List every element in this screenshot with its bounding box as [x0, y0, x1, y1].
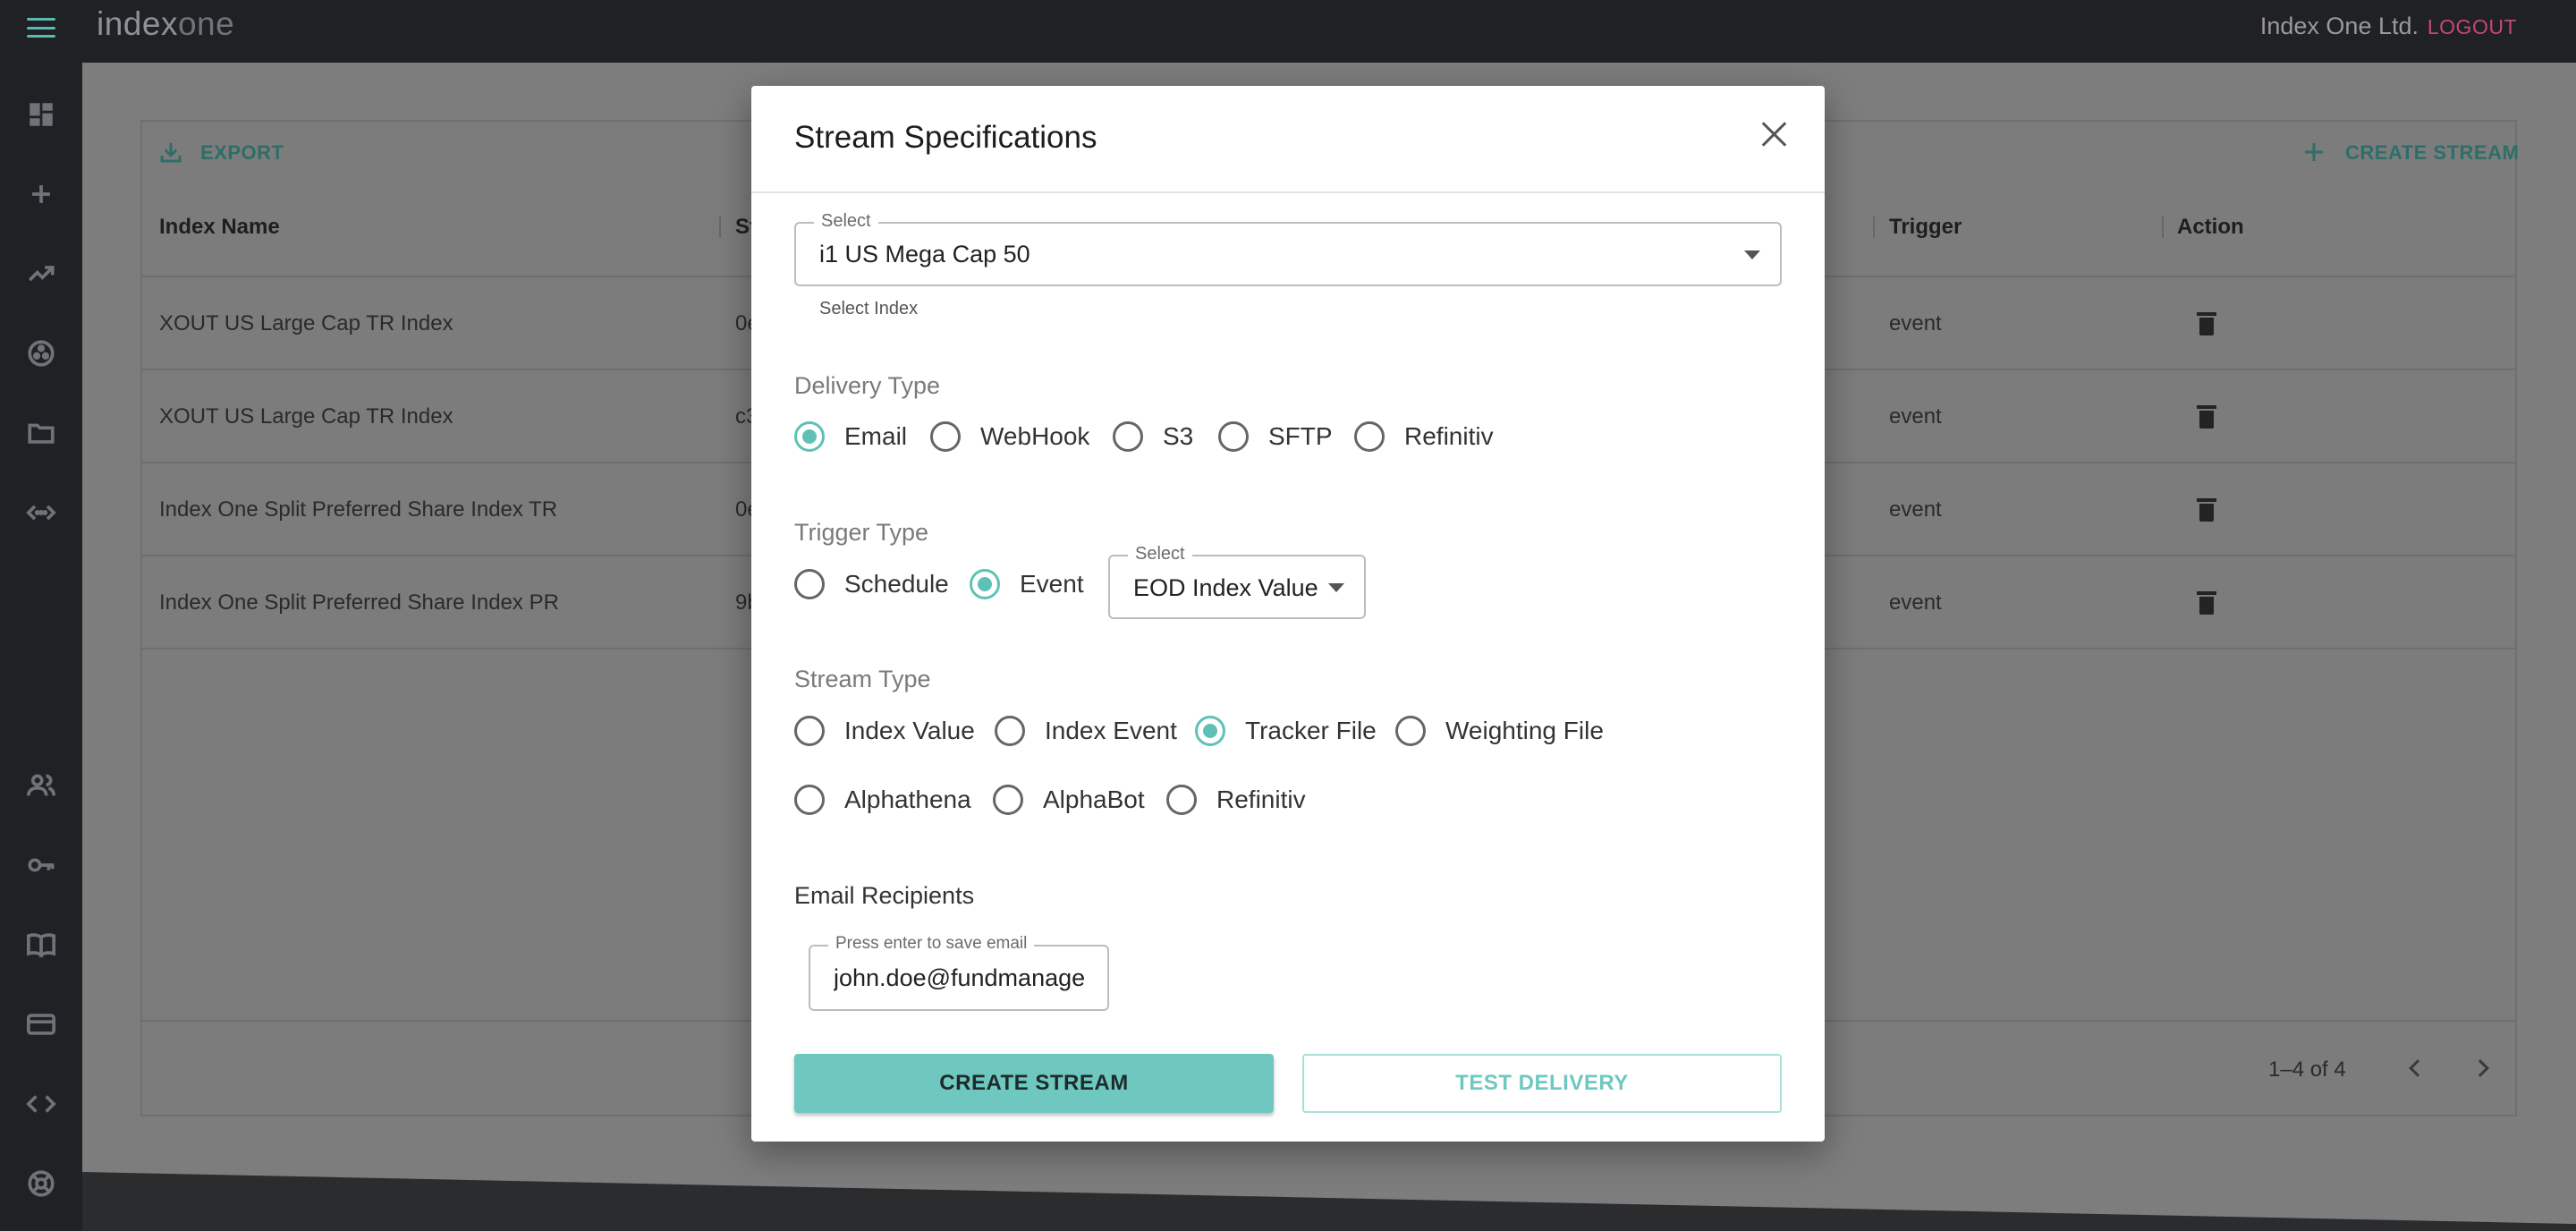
email-input-label: Press enter to save email — [828, 934, 1035, 954]
delete-icon[interactable] — [2197, 590, 2216, 615]
top-app-bar: indexone Index One Ltd. LOGOUT — [0, 0, 2576, 63]
index-select-helper: Select Index — [819, 299, 919, 318]
delivery-refinitiv-radio[interactable]: Refinitiv — [1354, 421, 1494, 452]
card-icon[interactable] — [23, 1006, 59, 1042]
row-trigger: event — [1889, 311, 1942, 335]
stream-alphabot-radio[interactable]: AlphaBot — [993, 785, 1145, 815]
code-icon[interactable] — [23, 1086, 59, 1122]
delivery-type-label: Delivery Type — [794, 372, 941, 399]
row-trigger: event — [1889, 404, 1942, 429]
close-icon[interactable] — [1757, 116, 1792, 152]
test-delivery-button[interactable]: TEST DELIVERY — [1302, 1054, 1782, 1113]
row-index-name: Index One Split Preferred Share Index PR — [159, 590, 559, 615]
hub-icon[interactable] — [23, 335, 59, 371]
stream-type-label: Stream Type — [794, 666, 931, 692]
stream-tracker-file-radio[interactable]: Tracker File — [1195, 716, 1377, 746]
trigger-schedule-radio[interactable]: Schedule — [794, 569, 949, 599]
delete-icon[interactable] — [2197, 310, 2216, 335]
create-stream-link[interactable]: CREATE STREAM — [2345, 141, 2519, 165]
index-select-value: i1 US Mega Cap 50 — [819, 241, 1030, 267]
api-icon[interactable] — [23, 495, 59, 531]
chevron-down-icon — [1744, 250, 1760, 259]
row-index-name: XOUT US Large Cap TR Index — [159, 404, 453, 429]
logout-button[interactable]: LOGOUT — [2428, 15, 2517, 39]
delete-icon[interactable] — [2197, 497, 2216, 522]
delete-icon[interactable] — [2197, 403, 2216, 429]
email-input-value[interactable]: john.doe@fundmanage — [834, 964, 1093, 992]
stream-specifications-dialog: Stream Specifications Select i1 US Mega … — [751, 86, 1825, 1142]
delivery-sftp-radio[interactable]: SFTP — [1218, 421, 1333, 452]
email-recipients-label: Email Recipients — [794, 882, 975, 909]
book-icon[interactable] — [23, 927, 59, 963]
people-icon[interactable] — [23, 768, 59, 803]
row-index-name: XOUT US Large Cap TR Index — [159, 311, 453, 335]
chevron-down-icon — [1328, 583, 1344, 592]
folder-icon[interactable] — [23, 415, 59, 451]
delivery-email-radio[interactable]: Email — [794, 421, 907, 452]
dialog-divider — [751, 191, 1825, 193]
company-name: Index One Ltd. — [2259, 13, 2419, 39]
support-icon[interactable] — [23, 1166, 59, 1201]
event-select-value: EOD Index Value — [1133, 574, 1318, 601]
column-separator — [1873, 216, 1875, 238]
column-separator — [719, 216, 721, 238]
dashboard-icon[interactable] — [23, 97, 59, 132]
stream-index-value-radio[interactable]: Index Value — [794, 716, 975, 746]
row-trigger: event — [1889, 497, 1942, 522]
export-button[interactable]: EXPORT — [200, 141, 284, 165]
stream-index-event-radio[interactable]: Index Event — [995, 716, 1177, 746]
menu-icon[interactable] — [20, 13, 63, 43]
trending-up-icon[interactable] — [23, 256, 59, 292]
index-select-label: Select — [814, 211, 878, 232]
index-select[interactable]: Select i1 US Mega Cap 50 — [794, 211, 1782, 286]
column-header-action[interactable]: Action — [2177, 215, 2244, 240]
trigger-event-radio[interactable]: Event — [970, 569, 1084, 599]
create-stream-button[interactable]: CREATE STREAM — [794, 1054, 1274, 1113]
column-separator — [2162, 216, 2164, 238]
row-index-name: Index One Split Preferred Share Index TR — [159, 497, 558, 522]
delivery-s3-radio[interactable]: S3 — [1113, 421, 1193, 452]
column-header-trigger[interactable]: Trigger — [1889, 215, 1962, 240]
stream-refinitiv-radio[interactable]: Refinitiv — [1166, 785, 1306, 815]
key-icon[interactable] — [23, 847, 59, 883]
add-icon[interactable] — [2301, 139, 2327, 166]
delivery-webhook-radio[interactable]: WebHook — [930, 421, 1089, 452]
app-logo[interactable]: indexone — [97, 5, 234, 43]
dialog-title: Stream Specifications — [794, 120, 1097, 155]
column-header-index-name[interactable]: Index Name — [159, 215, 280, 240]
sidebar — [0, 63, 82, 1231]
download-icon[interactable] — [157, 139, 184, 166]
event-select-label: Select — [1128, 544, 1192, 565]
stream-weighting-file-radio[interactable]: Weighting File — [1395, 716, 1604, 746]
trigger-type-label: Trigger Type — [794, 519, 929, 546]
plus-icon[interactable] — [23, 176, 59, 212]
pagination-info: 1–4 of 4 — [2268, 1057, 2346, 1082]
stream-alphathena-radio[interactable]: Alphathena — [794, 785, 971, 815]
email-input[interactable]: Press enter to save email john.doe@fundm… — [809, 934, 1109, 1011]
row-trigger: event — [1889, 590, 1942, 615]
event-select[interactable]: Select EOD Index Value — [1108, 544, 1366, 619]
